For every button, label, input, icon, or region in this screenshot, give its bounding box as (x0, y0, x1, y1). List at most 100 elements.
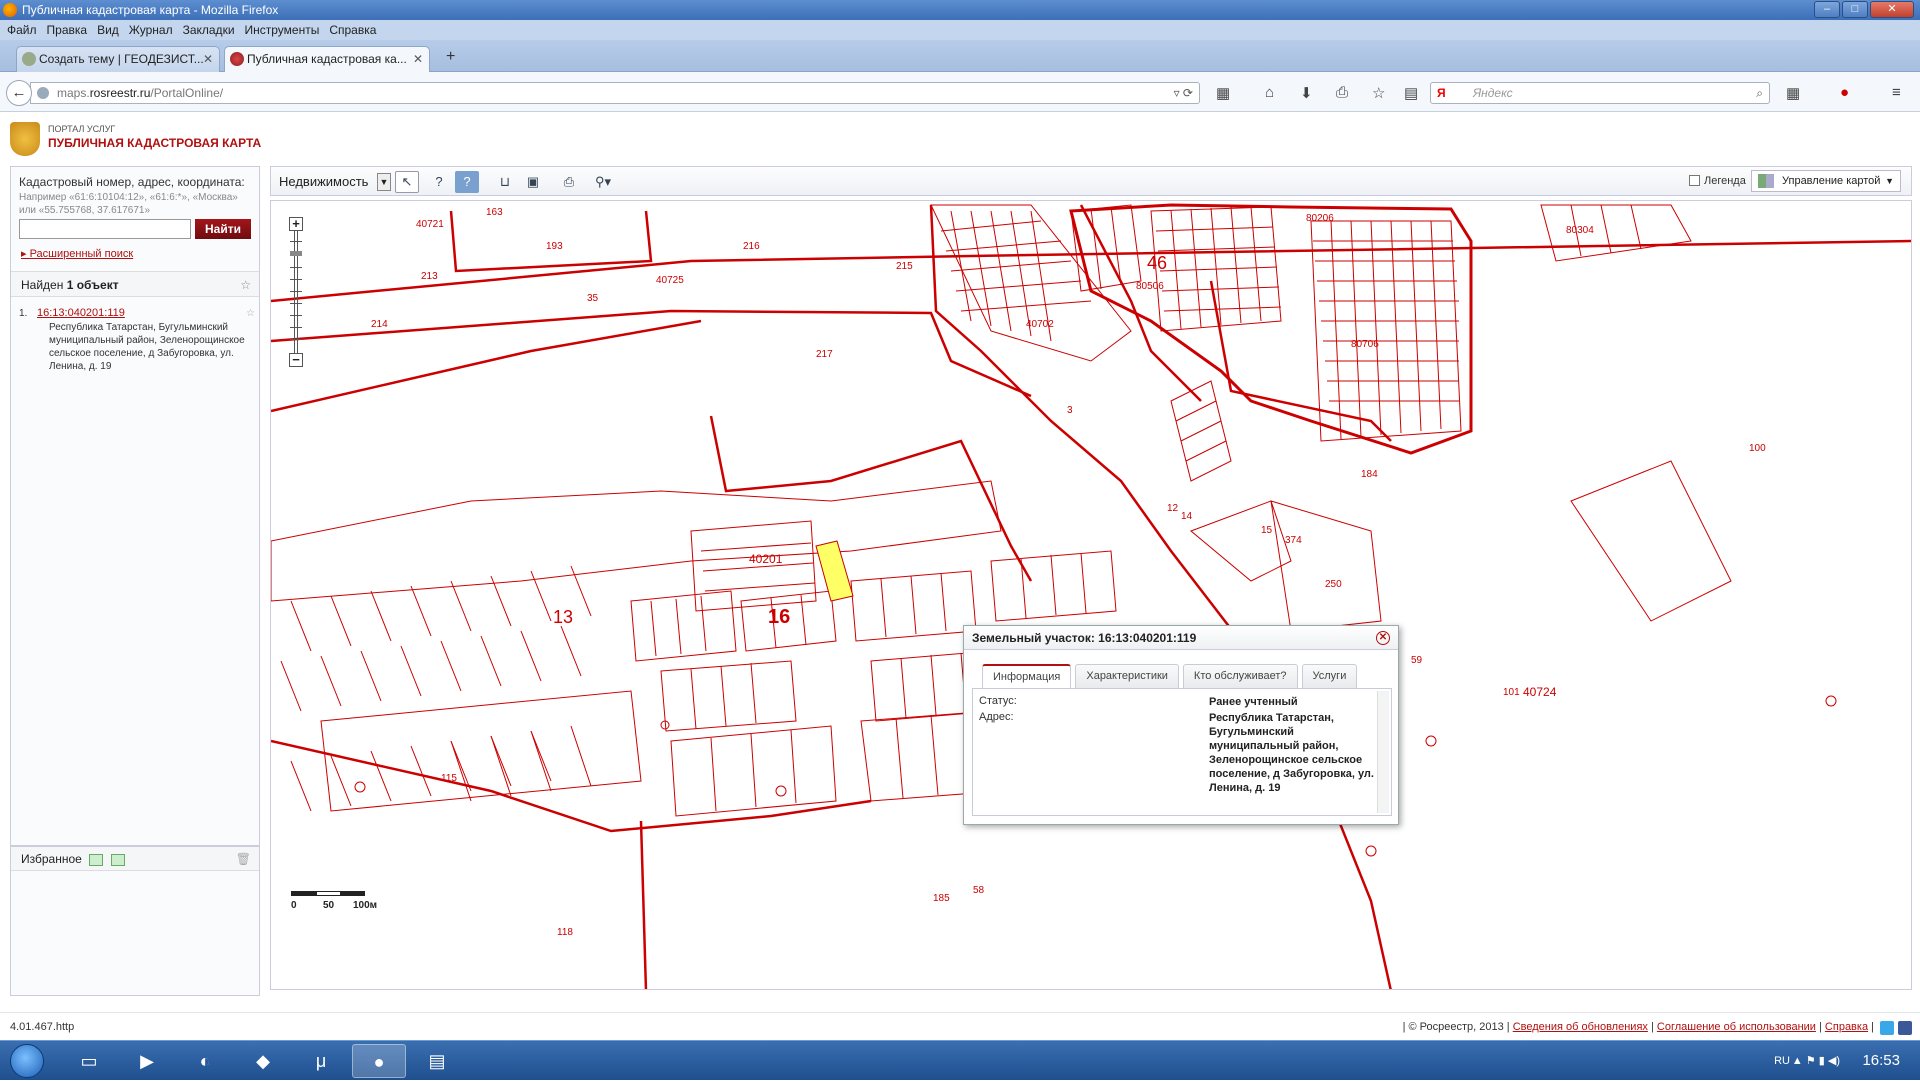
yandex-logo-icon: Я (1437, 86, 1446, 100)
zoom-in-button[interactable]: + (289, 217, 303, 231)
search-bar[interactable]: Я Яндекс ⌕ (1430, 82, 1770, 104)
menu-file[interactable]: Файл (4, 20, 44, 40)
favorites-label: Избранное (21, 852, 82, 866)
cadastral-map[interactable]: 40721 40725 193 216 215 213 214 35 217 1… (270, 200, 1912, 990)
language-indicator[interactable]: RU (1774, 1041, 1790, 1081)
checkbox-icon (1689, 175, 1700, 186)
print-icon[interactable]: ⎙ (1336, 84, 1348, 101)
select-cursor-icon[interactable]: ↖ (395, 171, 419, 193)
menu-help[interactable]: Справка (326, 20, 383, 40)
adblock-icon[interactable]: ● (1840, 84, 1849, 101)
chevron-down-icon: ▼ (1885, 176, 1894, 186)
tab-services[interactable]: Услуги (1301, 664, 1358, 688)
video-editor-icon[interactable]: ▤ (410, 1044, 464, 1078)
print-map-icon[interactable]: ⎙ (557, 171, 581, 193)
tab-cadastral-map[interactable]: Публичная кадастровая ка... ✕ (224, 46, 430, 72)
twitter-icon[interactable] (1880, 1021, 1894, 1035)
apps-icon[interactable]: ▦ (1216, 84, 1230, 102)
info-icon[interactable]: ? (455, 171, 479, 193)
legend-checkbox[interactable]: Легенда (1689, 175, 1746, 187)
menu-history[interactable]: Журнал (126, 20, 180, 40)
utorrent-icon[interactable]: μ (294, 1044, 348, 1078)
legend-label: Легенда (1704, 175, 1746, 187)
download-icon[interactable]: ⬇ (1300, 84, 1313, 102)
help-link[interactable]: Справка (1825, 1021, 1868, 1033)
url-bar[interactable]: maps.rosreestr.ru/PortalOnline/ ▿ ⟳ (30, 82, 1200, 104)
tab-characteristics[interactable]: Характеристики (1075, 664, 1179, 688)
bookmarks-list-icon[interactable]: ▤ (1404, 84, 1418, 102)
explorer-icon[interactable]: ▭ (62, 1044, 116, 1078)
clock[interactable]: 16:53 (1862, 1041, 1900, 1081)
close-window-button[interactable]: ✕ (1870, 1, 1914, 18)
tanks-game-icon[interactable]: ◆ (236, 1044, 290, 1078)
search-icon[interactable]: ⌕ (1756, 83, 1763, 103)
result-star-icon[interactable]: ☆ (246, 307, 255, 320)
link-icon[interactable]: ⚲▾ (587, 171, 619, 193)
menu-bookmarks[interactable]: Закладки (180, 20, 242, 40)
bookmark-star-icon[interactable]: ☆ (1372, 84, 1385, 102)
tab-information[interactable]: Информация (982, 664, 1072, 688)
updates-link[interactable]: Сведения об обновлениях (1513, 1021, 1648, 1033)
minimize-button[interactable]: – (1814, 1, 1840, 18)
tab-who-serves[interactable]: Кто обслуживает? (1182, 664, 1298, 688)
tray-icons[interactable]: ▲ ⚑ ▮ ◀) (1792, 1041, 1840, 1081)
zoom-control[interactable]: + − (289, 217, 303, 367)
map-label: 13 (553, 607, 573, 627)
close-popup-button[interactable]: ✕ (1376, 631, 1390, 645)
map-label: 58 (973, 885, 985, 896)
identify-icon[interactable]: ? (427, 171, 451, 193)
zoom-slider-handle[interactable] (290, 251, 302, 256)
found-header: Найден 1 объект ☆ (11, 271, 259, 297)
favorites-export-icon[interactable] (89, 853, 104, 866)
zoom-rail[interactable] (294, 231, 298, 353)
zoom-out-button[interactable]: − (289, 353, 303, 367)
popup-title: Земельный участок: 16:13:040201:119 (972, 631, 1197, 645)
measure-icon[interactable]: ⊔ (493, 171, 517, 193)
popup-header: Земельный участок: 16:13:040201:119 ✕ (964, 626, 1398, 650)
maximize-button[interactable]: □ (1842, 1, 1868, 18)
media-player-icon[interactable]: ▶ (120, 1044, 174, 1078)
parcel-east (1190, 500, 1382, 632)
back-button[interactable]: ← (6, 80, 32, 106)
favorites-import-icon[interactable] (110, 853, 125, 866)
map-label: 214 (371, 319, 388, 330)
tab-geodezist[interactable]: Создать тему | ГЕОДЕЗИСТ... ✕ (16, 46, 220, 72)
search-panel: Кадастровый номер, адрес, координата: На… (10, 166, 260, 846)
firefox-taskbar-icon[interactable]: ● (352, 1044, 406, 1078)
start-button[interactable] (10, 1044, 44, 1078)
result-link[interactable]: 16:13:040201:119 (37, 307, 125, 320)
map-label: 14 (1181, 511, 1193, 522)
trash-icon[interactable]: 🗑 (236, 847, 251, 871)
map-grid-icon (1758, 174, 1774, 188)
tab-label: Создать тему | ГЕОДЕЗИСТ... (39, 52, 204, 66)
new-tab-icon[interactable]: + (446, 48, 455, 66)
map-canvas[interactable]: 40721 40725 193 216 215 213 214 35 217 1… (271, 201, 1912, 990)
close-tab-icon[interactable]: ✕ (413, 47, 423, 71)
menu-edit[interactable]: Правка (44, 20, 95, 40)
find-button[interactable]: Найти (195, 219, 251, 239)
popup-scrollbar[interactable] (1377, 691, 1389, 813)
page-content: ПОРТАЛ УСЛУГ ПУБЛИЧНАЯ КАДАСТРОВАЯ КАРТА… (0, 112, 1920, 1040)
close-tab-icon[interactable]: ✕ (203, 47, 213, 71)
address-value: Республика Татарстан, Бугульминский муни… (1209, 712, 1374, 794)
ccleaner-icon[interactable]: ◐ (178, 1044, 232, 1078)
menu-view[interactable]: Вид (94, 20, 126, 40)
menu-tools[interactable]: Инструменты (242, 20, 327, 40)
search-input[interactable] (19, 219, 191, 239)
favorite-star-icon[interactable]: ☆ (240, 272, 251, 298)
reload-icon[interactable]: ▿ ⟳ (1174, 83, 1193, 103)
map-manager-dropdown[interactable]: Управление картой ▼ (1751, 170, 1901, 192)
hamburger-menu-icon[interactable]: ≡ (1892, 84, 1901, 101)
layers-icon[interactable]: ▣ (521, 171, 545, 193)
layer-select[interactable]: Недвижимость ▼ (279, 173, 391, 191)
home-icon[interactable]: ⌂ (1265, 84, 1274, 101)
windows-taskbar: ▭ ▶ ◐ ◆ μ ● ▤ RU ▲ ⚑ ▮ ◀) 16:53 (0, 1040, 1920, 1080)
map-label: 374 (1285, 535, 1302, 546)
grid-menu-icon[interactable]: ▦ (1786, 84, 1800, 102)
terms-link[interactable]: Соглашение об использовании (1657, 1021, 1816, 1033)
zoom-tick (290, 291, 302, 292)
facebook-icon[interactable] (1898, 1021, 1912, 1035)
map-label: 216 (743, 241, 760, 252)
map-label: 115 (441, 773, 457, 784)
advanced-search-link[interactable]: ▸ Расширенный поиск (21, 247, 133, 260)
